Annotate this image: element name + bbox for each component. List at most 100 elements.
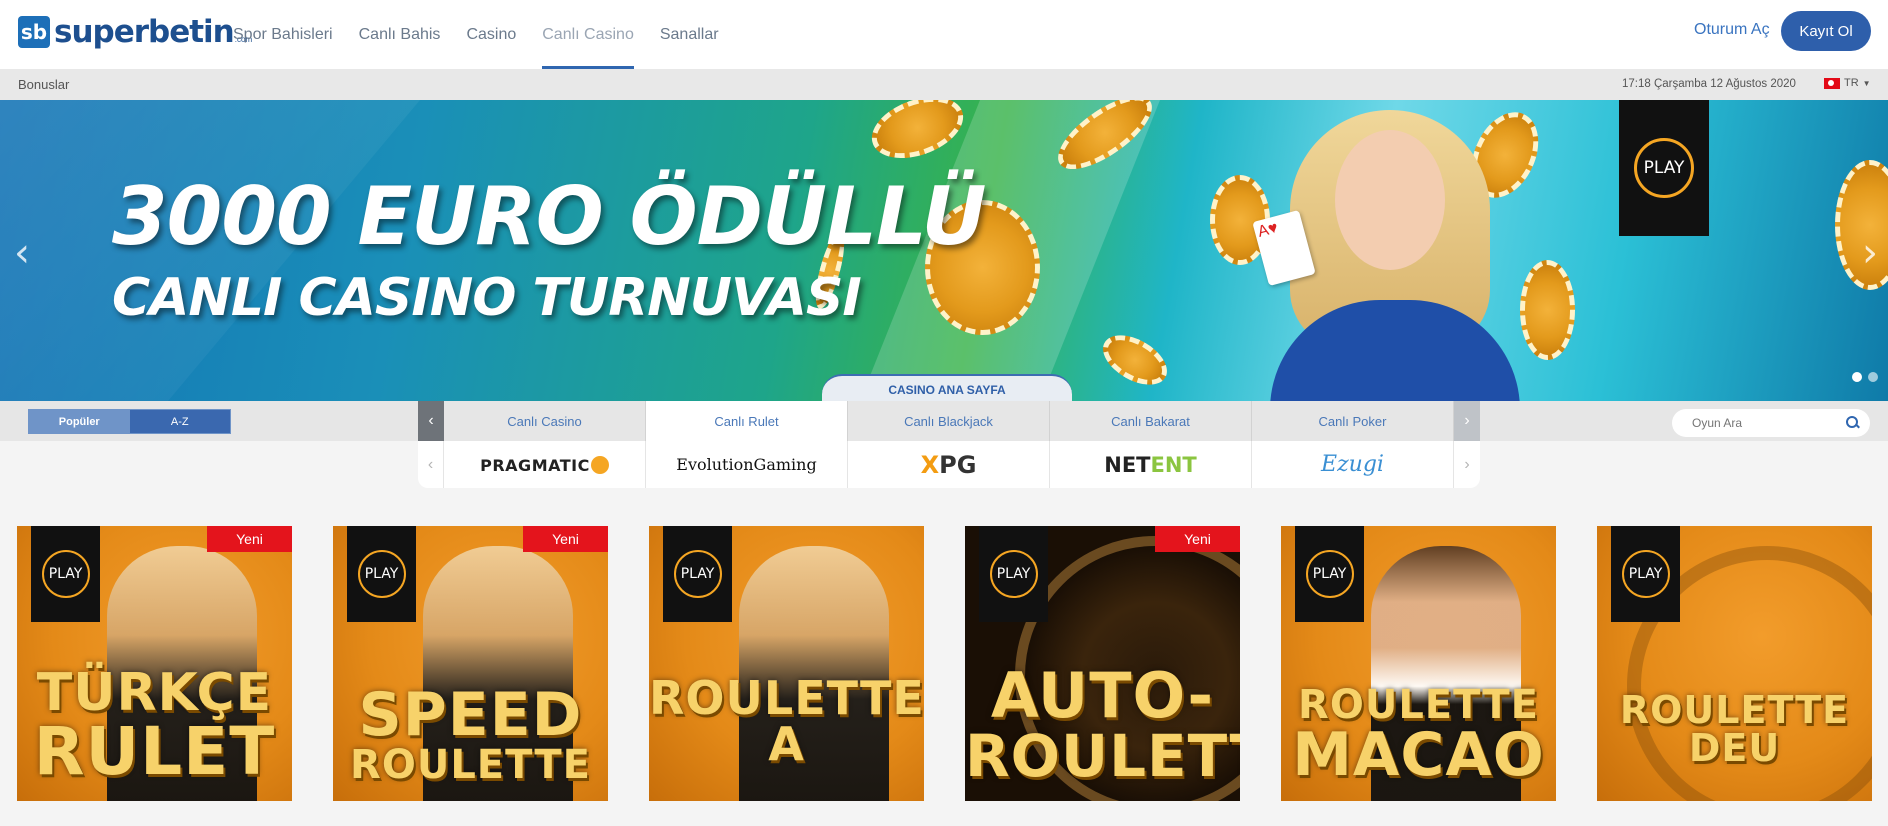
game-search	[1672, 409, 1870, 437]
game-title: ROULETTE DEU	[1597, 691, 1872, 767]
pragmatic-play-badge: PLAY	[979, 526, 1048, 622]
pragmatic-play-badge: PLAY	[1611, 526, 1680, 622]
login-link[interactable]: Oturum Aç	[1694, 21, 1770, 39]
xpg-x: X	[920, 450, 940, 479]
play-logo: PLAY	[1621, 550, 1670, 598]
tab-canli-bakarat[interactable]: Canlı Bakarat	[1050, 401, 1252, 441]
language-code: TR	[1844, 77, 1859, 89]
turkey-flag-icon	[1824, 77, 1840, 89]
ezugi-logo: Ezugi	[1321, 452, 1384, 477]
banner-title-line1: 3000 EURO ÖDÜLLÜ	[112, 170, 986, 263]
game-title-line2: ROULETTE DEU	[1619, 688, 1850, 770]
provider-next-arrow[interactable]: ›	[1454, 441, 1480, 488]
filter-bar: Popüler A-Z ‹ Canlı Casino Canlı Rulet C…	[0, 401, 1888, 441]
provider-bar: ‹ PRAGMATIC EvolutionGaming XPG NETENT E…	[418, 441, 1480, 488]
banner-next-arrow[interactable]: ›	[1862, 230, 1878, 276]
play-logo: PLAY	[41, 550, 90, 598]
tab-canli-blackjack[interactable]: Canlı Blackjack	[848, 401, 1050, 441]
provider-ezugi[interactable]: Ezugi	[1252, 441, 1454, 488]
promo-banner[interactable]: A♥ 3000 EURO ÖDÜLLÜ CANLI CASINO TURNUVA…	[0, 100, 1888, 401]
bonuses-link[interactable]: Bonuslar	[18, 77, 69, 92]
datetime: 17:18 Çarşamba 12 Ağustos 2020	[1622, 78, 1796, 90]
play-logo: PLAY	[1634, 138, 1694, 198]
category-tabs: ‹ Canlı Casino Canlı Rulet Canlı Blackja…	[418, 401, 1480, 441]
banner-prev-arrow[interactable]: ‹	[14, 230, 30, 276]
nav-spor-bahisleri[interactable]: Spor Bahisleri	[220, 0, 346, 69]
nav-canli-casino[interactable]: Canlı Casino	[529, 0, 647, 69]
game-title-line2: ROULETTE	[350, 742, 591, 788]
sub-bar: Bonuslar 17:18 Çarşamba 12 Ağustos 2020 …	[0, 69, 1888, 100]
nav-casino[interactable]: Casino	[453, 0, 529, 69]
pragmatic-play-icon	[590, 456, 609, 474]
pragmatic-play-badge: PLAY	[1619, 100, 1709, 236]
category-next-arrow[interactable]: ›	[1454, 401, 1480, 441]
top-navbar: sb superbetin .com Spor Bahisleri Canlı …	[0, 0, 1888, 69]
main-nav: Spor Bahisleri Canlı Bahis Casino Canlı …	[220, 0, 732, 69]
xpg-logo: XPG	[921, 451, 977, 479]
tab-canli-casino[interactable]: Canlı Casino	[444, 401, 646, 441]
register-button[interactable]: Kayıt Ol	[1781, 11, 1871, 51]
pragmatic-play-badge: PLAY	[663, 526, 732, 622]
game-title: TÜRKÇE RULET	[17, 667, 292, 785]
play-logo: PLAY	[1305, 550, 1354, 598]
language-selector[interactable]: TR ▼	[1824, 77, 1871, 89]
nav-canli-bahis[interactable]: Canlı Bahis	[346, 0, 454, 69]
provider-netent[interactable]: NETENT	[1050, 441, 1252, 488]
sort-popular-button[interactable]: Popüler	[29, 410, 130, 433]
play-logo: PLAY	[989, 550, 1038, 598]
new-badge: Yeni	[1155, 526, 1240, 552]
pragmatic-label: PRAGMATIC	[480, 455, 590, 475]
nav-sanallar[interactable]: Sanallar	[647, 0, 732, 69]
game-title-line1: SPEED	[358, 680, 583, 750]
provider-xpg[interactable]: XPG	[848, 441, 1050, 488]
banner-title-line2: CANLI CASINO TURNUVASI	[112, 268, 862, 328]
game-tile[interactable]: PLAY ROULETTE DEU	[1597, 526, 1872, 801]
game-title: ROULETTE A	[649, 675, 924, 767]
netent-net: NET	[1104, 452, 1151, 477]
casino-chip-icon	[863, 100, 972, 170]
banner-dot[interactable]	[1868, 372, 1878, 382]
pragmatic-play-badge: PLAY	[1295, 526, 1364, 622]
game-title-line1: AUTO-	[990, 659, 1215, 732]
new-badge: Yeni	[523, 526, 608, 552]
provider-pragmatic[interactable]: PRAGMATIC	[444, 441, 646, 488]
pragmatic-play-badge: PLAY	[347, 526, 416, 622]
play-logo: PLAY	[357, 550, 406, 598]
game-title-line2: MACAO	[1292, 720, 1545, 790]
logo-wordmark: superbetin	[54, 14, 235, 50]
model-face	[1335, 130, 1445, 270]
game-title-line1: TÜRKÇE	[36, 663, 273, 723]
xpg-pg: PG	[939, 450, 977, 479]
game-title-line2: ROULETTE A	[649, 671, 924, 771]
sort-az-button[interactable]: A-Z	[129, 410, 230, 433]
pragmatic-play-badge: PLAY	[31, 526, 100, 622]
play-logo: PLAY	[673, 550, 722, 598]
tab-canli-rulet[interactable]: Canlı Rulet	[646, 401, 848, 441]
logo-mark: sb	[18, 16, 50, 48]
casino-home-tab[interactable]: CASINO ANA SAYFA	[822, 374, 1072, 404]
game-title-line2: ROULETTE	[965, 722, 1240, 790]
game-tile[interactable]: PLAY ROULETTE MACAO	[1281, 526, 1556, 801]
banner-pagination	[1852, 372, 1878, 382]
provider-evolution[interactable]: EvolutionGaming	[646, 441, 848, 488]
banner-dot[interactable]	[1852, 372, 1862, 382]
game-title: AUTO- ROULETTE	[965, 659, 1240, 790]
game-tile[interactable]: PLAY Yeni SPEED ROULETTE	[333, 526, 608, 801]
game-tile[interactable]: PLAY Yeni TÜRKÇE RULET	[17, 526, 292, 801]
provider-prev-arrow[interactable]: ‹	[418, 441, 444, 488]
search-icon[interactable]	[1846, 416, 1860, 430]
game-search-input[interactable]	[1692, 416, 1832, 430]
site-logo[interactable]: sb superbetin .com	[18, 14, 252, 50]
game-title: SPEED ROULETTE	[333, 685, 608, 785]
tab-canli-poker[interactable]: Canlı Poker	[1252, 401, 1454, 441]
new-badge: Yeni	[207, 526, 292, 552]
category-prev-arrow[interactable]: ‹	[418, 401, 444, 441]
game-title: ROULETTE MACAO	[1281, 685, 1556, 785]
game-title-line2: RULET	[33, 713, 276, 790]
game-tile[interactable]: PLAY ROULETTE A	[649, 526, 924, 801]
game-tile[interactable]: PLAY Yeni AUTO- ROULETTE	[965, 526, 1240, 801]
casino-chip-icon	[1094, 325, 1176, 395]
sort-toggle: Popüler A-Z	[28, 409, 231, 434]
netent-ent: ENT	[1150, 452, 1197, 477]
netent-logo: NETENT	[1104, 453, 1197, 477]
